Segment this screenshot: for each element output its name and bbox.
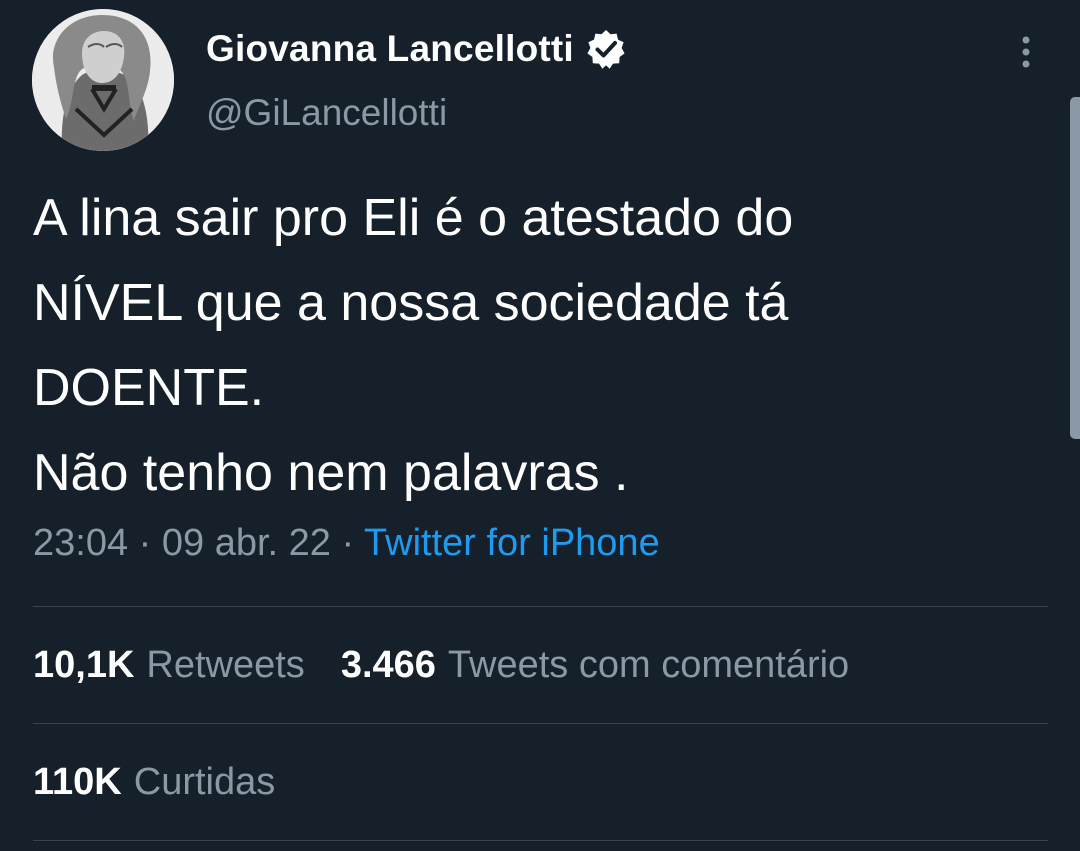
tweet-time: 23:04 xyxy=(33,522,129,564)
author-display-name[interactable]: Giovanna Lancellotti xyxy=(206,28,574,70)
divider xyxy=(33,840,1048,841)
likes-count: 110K xyxy=(33,761,122,803)
divider xyxy=(33,606,1048,607)
tweet-text-line: NÍVEL que a nossa sociedade tá xyxy=(33,274,789,332)
tweet-text: A lina sair pro Eli é o atestado do NÍVE… xyxy=(33,176,1033,516)
retweet-stats-row: 10,1K Retweets 3.466 Tweets com comentário xyxy=(33,644,849,687)
quote-tweets-stat[interactable]: 3.466 Tweets com comentário xyxy=(341,644,849,686)
tweet-text-line: Não tenho nem palavras . xyxy=(33,444,629,502)
meta-separator: · xyxy=(341,522,365,564)
tweet-date: 09 abr. 22 xyxy=(161,522,331,564)
quote-tweets-count: 3.466 xyxy=(340,644,436,686)
tweet-source-link[interactable]: Twitter for iPhone xyxy=(364,522,660,564)
more-vertical-icon[interactable] xyxy=(1010,32,1042,76)
retweets-label: Retweets xyxy=(146,644,305,686)
divider xyxy=(33,723,1048,724)
scrollbar-thumb[interactable] xyxy=(1070,97,1080,439)
tweet-text-line: DOENTE. xyxy=(33,359,265,417)
retweets-stat[interactable]: 10,1K Retweets xyxy=(33,644,305,686)
tweet-detail: Giovanna Lancellotti @GiLancellotti A li… xyxy=(0,0,1080,851)
tweet-text-line: A lina sair pro Eli é o atestado do xyxy=(33,189,794,247)
verified-badge-icon xyxy=(586,29,626,69)
retweets-count: 10,1K xyxy=(33,644,135,686)
likes-stats-row: 110K Curtidas xyxy=(33,761,275,804)
likes-label: Curtidas xyxy=(133,761,276,803)
quote-tweets-label: Tweets com comentário xyxy=(447,644,850,686)
avatar[interactable] xyxy=(32,9,174,151)
meta-separator: · xyxy=(138,522,162,564)
author-name-row[interactable]: Giovanna Lancellotti xyxy=(206,24,626,74)
likes-stat[interactable]: 110K Curtidas xyxy=(33,761,275,803)
tweet-meta: 23:04 · 09 abr. 22 · Twitter for iPhone xyxy=(33,522,660,565)
author-handle[interactable]: @GiLancellotti xyxy=(206,92,447,134)
